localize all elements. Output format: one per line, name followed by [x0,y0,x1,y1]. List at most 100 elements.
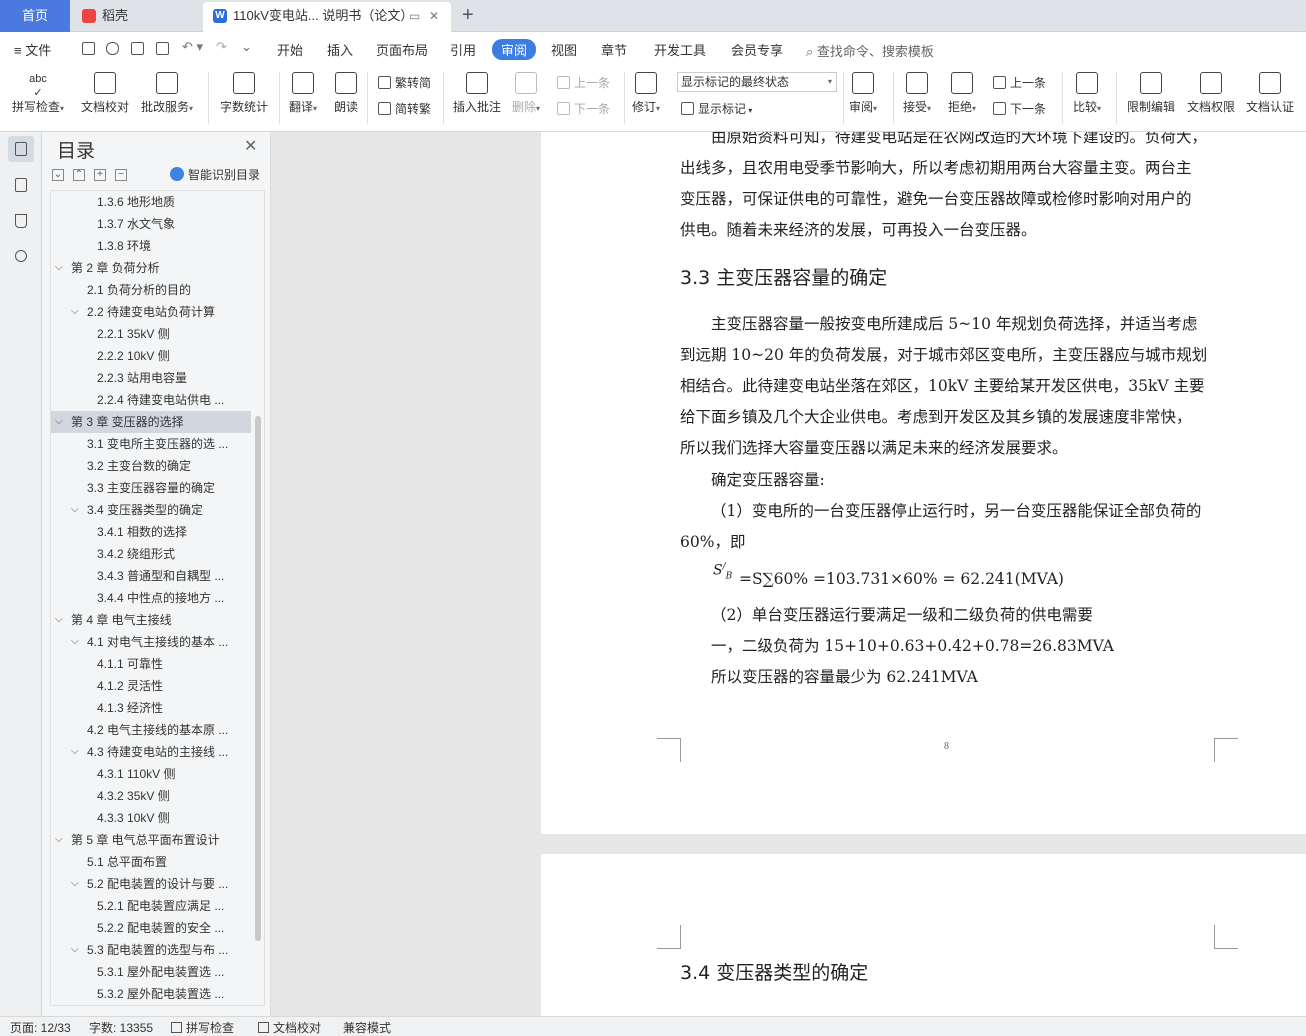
doc-permission-button[interactable]: 文档权限 [1187,72,1235,115]
toc-item[interactable]: 3.2 主变台数的确定 [51,455,251,477]
insert-comment-button[interactable]: 插入批注 [453,72,501,115]
toc-item[interactable]: 4.3.1 110kV 侧 [51,763,251,785]
print-preview-icon[interactable] [156,42,169,55]
remove-item-icon[interactable]: − [115,169,127,181]
read-aloud-button[interactable]: 朗读 [334,72,358,115]
close-icon[interactable]: ✕ [429,2,439,30]
toc-item[interactable]: 4.2 电气主接线的基本原 ... [51,719,251,741]
toc-item[interactable]: ⌵ 4.1 对电气主接线的基本 ... [51,631,251,653]
tab-home[interactable]: 首页 [0,0,70,32]
toc-scrollbar[interactable] [255,416,261,941]
doc-certify-button[interactable]: 文档认证 [1246,72,1294,115]
chevron-down-icon[interactable]: ⌵ [71,301,79,323]
spell-check-status[interactable]: 拼写检查 [171,1019,234,1036]
chevron-down-icon[interactable]: ⌵ [71,873,79,895]
chevron-down-icon[interactable]: ⌵ [55,829,63,851]
toc-item[interactable]: 3.4.1 相数的选择 [51,521,251,543]
chevron-down-icon[interactable]: ⌵ [71,741,79,763]
next-comment-button[interactable]: 下一条 [557,100,610,117]
toc-item[interactable]: 1.3.6 地形地质 [51,191,251,213]
add-item-icon[interactable]: + [94,169,106,181]
toc-item[interactable]: ⌵ 第 4 章 电气主接线 [51,609,251,631]
menu-reference[interactable]: 引用 [450,40,476,59]
document-page[interactable]: 3.4 变压器类型的确定 [541,854,1306,1016]
doc-proof-button[interactable]: 文档校对 [81,72,129,115]
toc-item[interactable]: 3.4.3 普通型和自耦型 ... [51,565,251,587]
toc-item[interactable]: 3.4.4 中性点的接地方 ... [51,587,251,609]
expand-up-icon[interactable]: ⌃ [73,169,85,181]
print-icon[interactable] [131,42,144,55]
toc-item[interactable]: 4.3.3 10kV 侧 [51,807,251,829]
menu-insert[interactable]: 插入 [327,40,353,59]
chevron-down-icon[interactable]: ⌵ [71,631,79,653]
proof-status[interactable]: 文档校对 [258,1019,321,1036]
toc-item[interactable]: 5.2.2 配电装置的安全 ... [51,917,251,939]
markup-state-select[interactable]: 显示标记的最终状态 ▾ [677,72,837,92]
trad-to-simp-button[interactable]: 繁转简 [378,74,431,91]
toc-item[interactable]: 5.3.2 屋外配电装置选 ... [51,983,251,1005]
menu-layout[interactable]: 页面布局 [376,40,428,59]
next-change-button[interactable]: 下一条 [993,100,1046,117]
tab-document[interactable]: W 110kV变电站... 说明书（论文） ▭ ✕ [203,2,451,32]
spell-check-button[interactable]: abc ✓ 拼写检查▾ [12,72,64,115]
batch-service-button[interactable]: 批改服务▾ [141,72,193,115]
undo-icon[interactable]: ↶ ▾ [182,39,203,55]
translate-button[interactable]: 翻译▾ [289,72,317,115]
toc-item[interactable]: 5.2.1 配电装置应满足 ... [51,895,251,917]
chevron-down-icon[interactable]: ⌵ [55,257,63,279]
bookmark-button[interactable] [8,208,34,234]
toc-panel-button[interactable] [8,136,34,162]
compare-button[interactable]: 比较▾ [1073,72,1101,115]
menu-review[interactable]: 审阅 [492,39,537,60]
toc-item[interactable]: ⌵ 5.3 配电装置的选型与布 ... [51,939,251,961]
chevron-down-icon[interactable]: ⌵ [55,609,63,631]
customize-icon[interactable]: ⌄ [241,39,252,55]
toc-item[interactable]: 2.2.4 待建变电站供电 ... [51,389,251,411]
toc-item[interactable]: 3.4.2 绕组形式 [51,543,251,565]
chapter-nav-button[interactable] [8,172,34,198]
toc-item[interactable]: ⌵ 5.2 配电装置的设计与要 ... [51,873,251,895]
menu-vip[interactable]: 会员专享 [731,40,783,59]
prev-change-button[interactable]: 上一条 [993,74,1046,91]
tab-docer[interactable]: 稻壳 [72,2,200,32]
chevron-down-icon[interactable]: ⌵ [71,499,79,521]
find-button[interactable] [8,244,34,270]
collapse-all-icon[interactable]: ⌄ [52,169,64,181]
toc-item[interactable]: ⌵ 第 5 章 电气总平面布置设计 [51,829,251,851]
save-icon[interactable] [82,42,95,55]
accept-button[interactable]: 接受▾ [903,72,931,115]
document-page[interactable]: 由原始资料可知，待建变电站是在农网改造的大环境下建设的。负荷大， 出线多，且农用… [541,132,1306,834]
toc-item[interactable]: 3.3 主变压器容量的确定 [51,477,251,499]
toc-item[interactable]: 2.2.2 10kV 侧 [51,345,251,367]
toc-item[interactable]: 1.3.7 水文气象 [51,213,251,235]
delete-comment-button[interactable]: 删除▾ [512,72,540,115]
simp-to-trad-button[interactable]: 简转繁 [378,100,431,117]
toc-item[interactable]: 2.1 负荷分析的目的 [51,279,251,301]
toc-item[interactable]: 4.1.1 可靠性 [51,653,251,675]
smart-toc-button[interactable]: 智能识别目录 [170,166,260,183]
toc-item[interactable]: 5.3.1 屋外配电装置选 ... [51,961,251,983]
toc-item[interactable]: 5.1 总平面布置 [51,851,251,873]
file-menu[interactable]: ≡ 文件 [14,40,51,59]
screen-icon[interactable]: ▭ [409,2,420,30]
show-markup-button[interactable]: 显示标记 ▾ [681,100,752,117]
close-icon[interactable]: ✕ [244,136,257,156]
toc-item[interactable]: ⌵ 第 3 章 变压器的选择 [51,411,251,433]
command-search[interactable]: ⌕ 查找命令、搜索模板 [806,41,934,60]
chevron-down-icon[interactable]: ⌵ [55,411,63,433]
redo-icon[interactable]: ↷ [216,39,227,55]
menu-devtools[interactable]: 开发工具 [654,40,706,59]
chevron-down-icon[interactable]: ⌵ [71,939,79,961]
toc-item[interactable]: 2.2.3 站用电容量 [51,367,251,389]
word-count-button[interactable]: 字数统计 [220,72,268,115]
menu-view[interactable]: 视图 [551,40,577,59]
reject-button[interactable]: 拒绝▾ [948,72,976,115]
toc-item[interactable]: 4.1.3 经济性 [51,697,251,719]
menu-start[interactable]: 开始 [277,40,303,59]
prev-comment-button[interactable]: 上一条 [557,74,610,91]
page-indicator[interactable]: 页面: 12/33 [10,1019,71,1036]
toc-item[interactable]: 2.2.1 35kV 侧 [51,323,251,345]
word-count[interactable]: 字数: 13355 [89,1019,153,1036]
toc-item[interactable]: 1.3.8 环境 [51,235,251,257]
toc-item[interactable]: ⌵ 3.4 变压器类型的确定 [51,499,251,521]
